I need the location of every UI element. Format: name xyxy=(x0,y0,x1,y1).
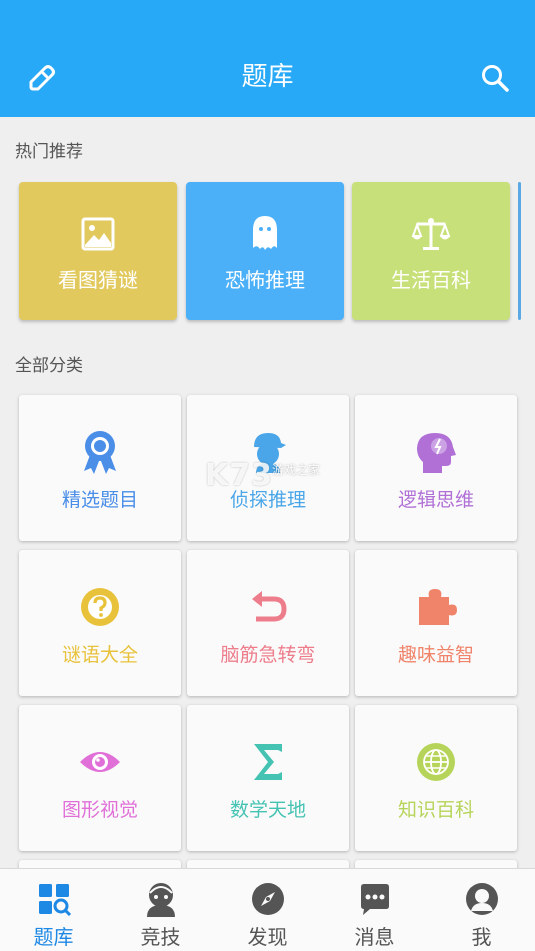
category-label: 数学天地 xyxy=(229,799,306,821)
tab-messages[interactable]: 消息 xyxy=(321,869,428,951)
tab-label: 发现 xyxy=(247,925,288,949)
tab-label: 题库 xyxy=(33,925,74,949)
tab-library[interactable]: 题库 xyxy=(0,869,107,951)
tab-compete[interactable]: 竞技 xyxy=(107,869,214,951)
sigma-icon xyxy=(254,744,282,780)
category-label: 逻辑思维 xyxy=(397,489,474,511)
category-label: 脑筋急转弯 xyxy=(220,644,316,666)
hot-card-label: 恐怖推理 xyxy=(225,268,305,292)
message-icon xyxy=(360,884,389,915)
compete-icon xyxy=(146,883,175,917)
watermark-logo: K73 xyxy=(205,458,273,493)
category-card[interactable]: 谜语大全 xyxy=(19,550,181,696)
profile-icon xyxy=(465,883,498,915)
app-header: 题库 xyxy=(0,0,535,117)
tab-label: 竞技 xyxy=(140,925,181,949)
search-button[interactable] xyxy=(475,58,515,98)
category-card[interactable]: 逻辑思维 xyxy=(355,395,517,541)
tab-label: 我 xyxy=(471,925,492,949)
puzzle-icon xyxy=(419,589,457,625)
undo-icon xyxy=(252,591,287,622)
search-icon xyxy=(482,65,509,92)
category-card[interactable]: 图形视觉 xyxy=(19,705,181,851)
next-card-peek[interactable] xyxy=(518,182,521,320)
page-title: 题库 xyxy=(241,62,294,92)
category-label: 知识百科 xyxy=(397,799,474,821)
tab-label: 消息 xyxy=(354,925,395,949)
watermark-text: 游戏之家 xyxy=(272,463,321,477)
hot-carousel[interactable]: 看图猜谜 恐怖推理 生活百科 xyxy=(0,182,535,322)
eye-icon xyxy=(80,752,120,772)
badge-icon xyxy=(84,431,116,474)
category-card[interactable]: 脑筋急转弯 xyxy=(187,550,349,696)
hot-card-life[interactable]: 生活百科 xyxy=(352,182,510,320)
library-icon xyxy=(38,884,71,916)
hot-card-picture-riddle[interactable]: 看图猜谜 xyxy=(19,182,177,320)
category-label: 谜语大全 xyxy=(61,644,138,666)
all-section-label: 全部分类 xyxy=(15,356,83,376)
category-card[interactable]: 趣味益智 xyxy=(355,550,517,696)
hot-card-label: 生活百科 xyxy=(391,268,471,292)
ghost-icon xyxy=(253,216,277,250)
question-icon xyxy=(81,588,119,626)
compass-icon xyxy=(251,883,284,915)
category-label: 精选题目 xyxy=(61,489,138,511)
category-label: 图形视觉 xyxy=(61,799,138,821)
category-card[interactable]: 知识百科 xyxy=(355,705,517,851)
brain-icon xyxy=(417,433,456,473)
bottom-tab-bar: 题库 竞技 发现 消息 我 xyxy=(0,868,535,951)
hot-section-label: 热门推荐 xyxy=(15,142,83,162)
category-card[interactable]: 数学天地 xyxy=(187,705,349,851)
scale-icon xyxy=(411,218,451,250)
hot-card-label: 看图猜谜 xyxy=(58,268,138,292)
category-label: 趣味益智 xyxy=(397,644,474,666)
image-icon xyxy=(81,217,115,251)
hot-card-horror[interactable]: 恐怖推理 xyxy=(186,182,344,320)
tab-profile[interactable]: 我 xyxy=(428,869,535,951)
category-card[interactable]: 精选题目 xyxy=(19,395,181,541)
globe-icon xyxy=(417,743,455,781)
tab-discover[interactable]: 发现 xyxy=(214,869,321,951)
